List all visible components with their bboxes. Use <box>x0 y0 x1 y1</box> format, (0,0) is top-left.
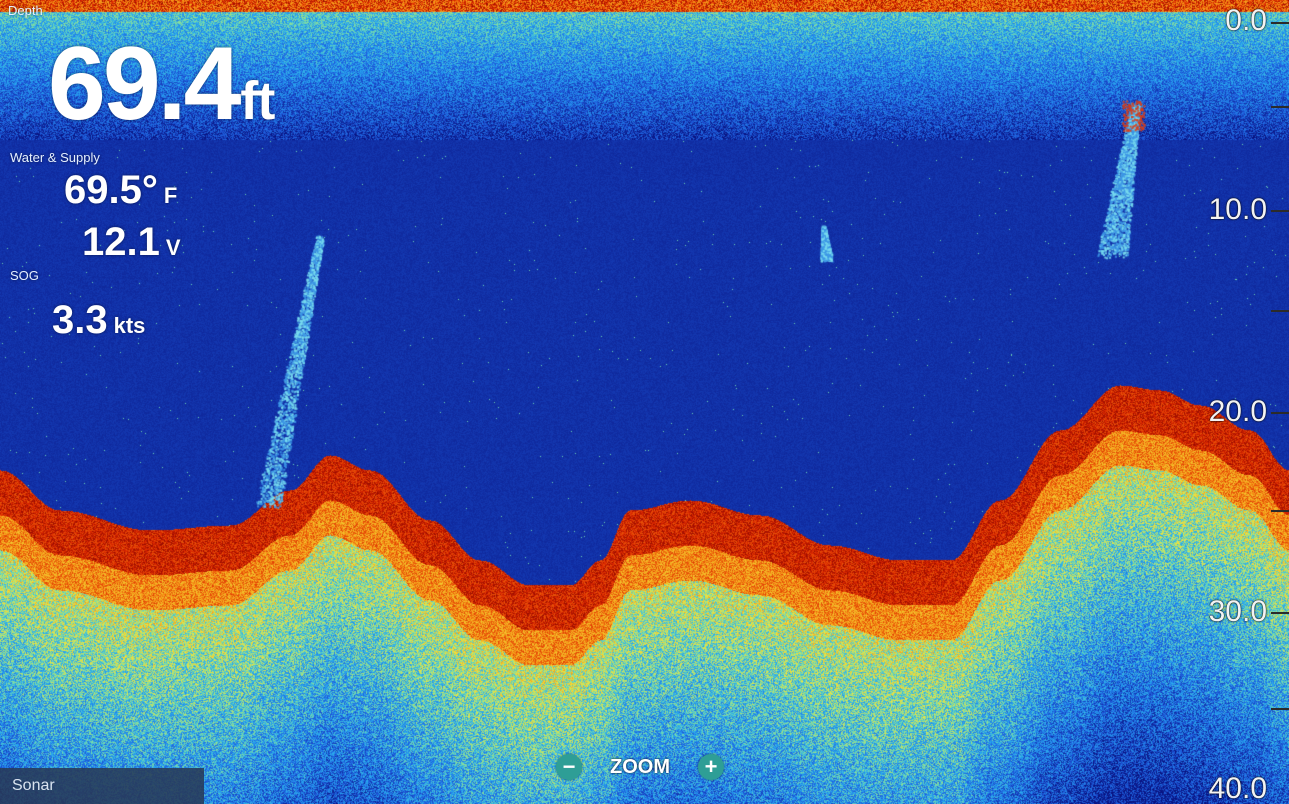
scale-tick <box>1271 612 1289 614</box>
depth-unit: ft <box>240 71 275 131</box>
scale-label-0: 0.0 <box>1225 4 1267 37</box>
depth-readout: 69.4ft <box>48 32 275 136</box>
plus-icon: + <box>704 754 718 779</box>
voltage-unit: V <box>165 235 181 260</box>
depth-label: Depth <box>8 3 43 18</box>
water-temp-readout: 69.5° F <box>64 170 177 210</box>
zoom-label: ZOOM <box>610 755 670 778</box>
water-temp-unit: F <box>163 183 178 208</box>
zoom-out-button[interactable]: − <box>556 754 582 780</box>
scale-minor-tick <box>1271 310 1289 312</box>
scale-minor-tick <box>1271 106 1289 108</box>
sonar-screen: Depth 69.4ft Water & Supply 69.5° F 12.1 V… <box>0 0 1289 804</box>
sonar-tab[interactable]: Sonar <box>0 768 204 804</box>
sog-unit: kts <box>113 313 146 338</box>
water-temp-value: 69.5° <box>64 168 158 212</box>
voltage-readout: 12.1 V <box>82 222 181 262</box>
voltage-value: 12.1 <box>82 220 160 264</box>
sog-value: 3.3 <box>52 298 108 342</box>
scale-minor-tick <box>1271 510 1289 512</box>
scale-tick <box>1271 22 1289 24</box>
scale-tick <box>1271 412 1289 414</box>
water-supply-label: Water & Supply <box>10 150 100 165</box>
zoom-in-button[interactable]: + <box>698 754 724 780</box>
sog-readout: 3.3 kts <box>52 300 145 340</box>
minus-icon: − <box>562 754 576 779</box>
sog-label: SOG <box>10 268 39 283</box>
depth-value: 69.4 <box>48 26 241 142</box>
scale-minor-tick <box>1271 708 1289 710</box>
scale-label-20: 20.0 <box>1208 395 1267 428</box>
scale-tick <box>1271 210 1289 212</box>
scale-label-40: 40.0 <box>1208 772 1267 804</box>
scale-label-30: 30.0 <box>1208 595 1267 628</box>
scale-label-10: 10.0 <box>1208 193 1267 226</box>
zoom-controls: − ZOOM + <box>556 754 724 780</box>
